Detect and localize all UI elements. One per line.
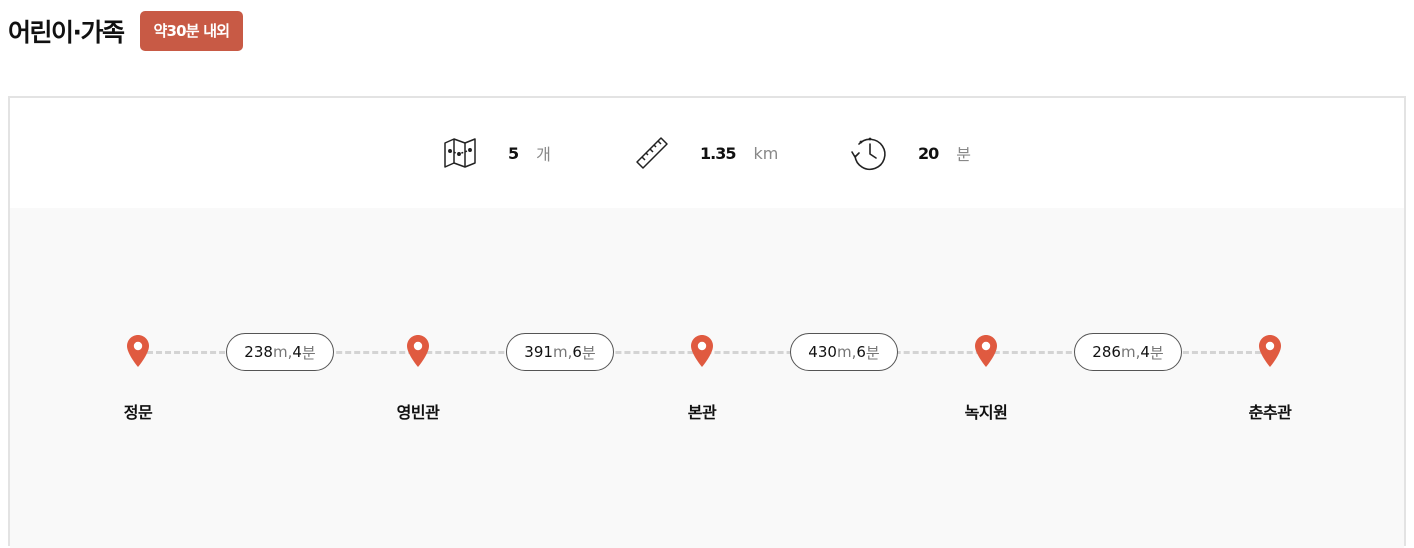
route-timeline: 238 m, 4분 391 m, 6분 430 m, 6분 286 m, 4분 정문 영… [10,208,1404,548]
location-pin-icon[interactable] [974,334,998,368]
route-point-name[interactable]: 춘추관 [1200,399,1340,423]
course-summary: 5 개 1.35 km 20 분 [10,98,1404,210]
stat-distance: 1.35 km [634,98,778,208]
route-point-name[interactable]: 정문 [68,399,208,423]
route-point-name[interactable]: 녹지원 [916,399,1056,423]
stat-count-value: 5 [508,143,519,163]
duration-badge: 약30분 내외 [139,11,244,51]
map-icon [442,135,478,171]
location-pin-icon[interactable] [690,334,714,368]
stat-count: 5 개 [442,98,551,208]
segment-pill-4: 286 m, 4분 [1074,333,1182,371]
segment-pill-1: 238 m, 4분 [226,333,334,371]
ruler-icon [634,135,670,171]
location-pin-icon[interactable] [406,334,430,368]
location-pin-icon[interactable] [126,334,150,368]
location-pin-icon[interactable] [1258,334,1282,368]
route-point-name[interactable]: 본관 [632,399,772,423]
stat-distance-value: 1.35 [700,143,736,163]
stat-distance-unit: km [753,143,779,163]
page-header: 어린이·가족 약30분 내외 [8,10,244,52]
route-point-name[interactable]: 영빈관 [348,399,488,423]
segment-pill-3: 430 m, 6분 [790,333,898,371]
stat-count-unit: 개 [536,145,551,164]
stat-time-value: 20 [918,143,939,163]
segment-pill-2: 391 m, 6분 [506,333,614,371]
clock-rewind-icon [850,134,888,172]
stat-time-unit: 분 [956,145,971,164]
page-title: 어린이·가족 [8,18,125,47]
stat-time: 20 분 [850,98,971,208]
course-card: 5 개 1.35 km 20 분 238 m , 4 분 391 m , 6 분… [8,96,1406,548]
